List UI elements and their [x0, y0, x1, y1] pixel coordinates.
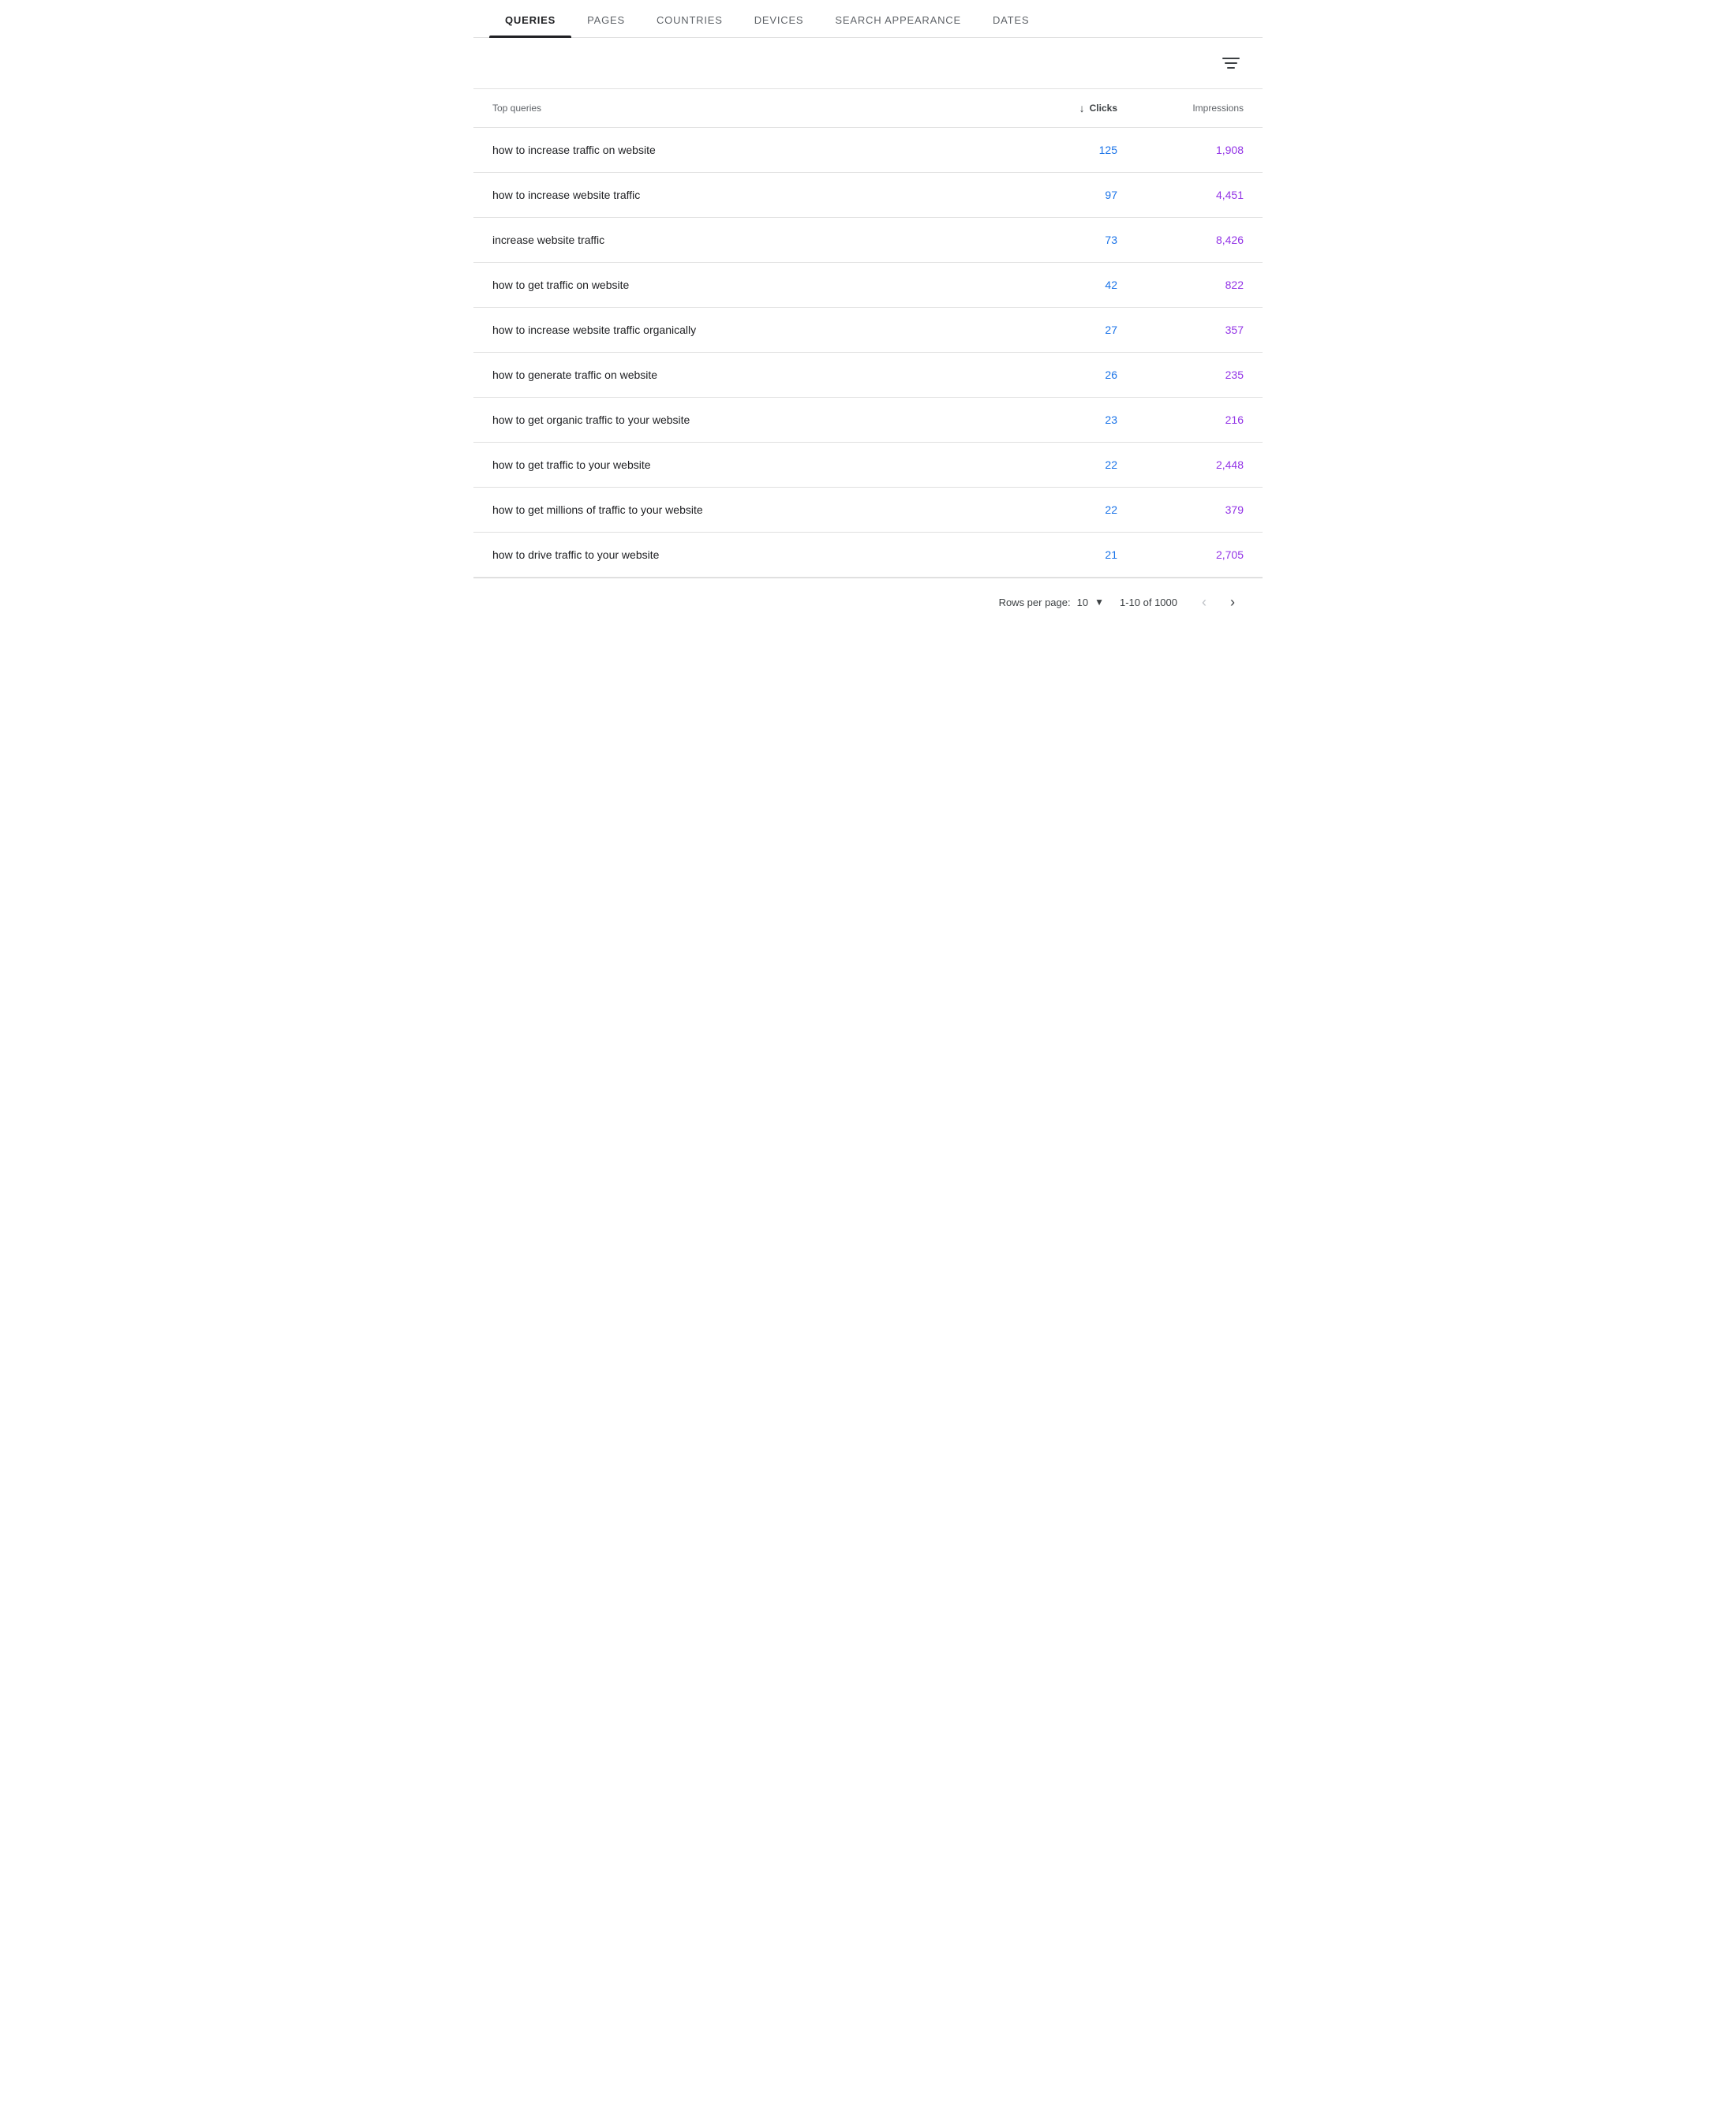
tab-dates[interactable]: DATES [977, 0, 1045, 37]
rows-per-page-value: 10 [1077, 597, 1088, 608]
row-query-text: how to generate traffic on website [492, 368, 991, 381]
filter-button[interactable] [1218, 50, 1244, 76]
queries-table: Top queries ↓ Clicks Impressions how to … [473, 89, 1263, 578]
row-query-text: how to get organic traffic to your websi… [492, 413, 991, 426]
sort-down-arrow-icon: ↓ [1079, 102, 1085, 114]
row-impressions-value: 2,448 [1117, 458, 1244, 471]
prev-page-button[interactable]: ‹ [1193, 591, 1215, 613]
row-clicks-value: 26 [991, 368, 1117, 381]
row-impressions-value: 235 [1117, 368, 1244, 381]
row-impressions-value: 357 [1117, 324, 1244, 336]
pagination: Rows per page: 10 ▼ 1-10 of 1000 ‹ › [473, 578, 1263, 626]
row-impressions-value: 4,451 [1117, 189, 1244, 201]
row-impressions-value: 2,705 [1117, 548, 1244, 561]
rows-per-page-label: Rows per page: [999, 597, 1071, 608]
tab-countries[interactable]: COUNTRIES [641, 0, 739, 37]
tab-devices[interactable]: DEVICES [739, 0, 820, 37]
row-clicks-value: 97 [991, 189, 1117, 201]
row-query-text: how to increase traffic on website [492, 144, 991, 156]
column-header-impressions: Impressions [1117, 103, 1244, 114]
page-info: 1-10 of 1000 [1120, 597, 1177, 608]
table-row: how to increase website traffic organica… [473, 308, 1263, 353]
clicks-column-label: Clicks [1090, 103, 1117, 114]
row-impressions-value: 1,908 [1117, 144, 1244, 156]
row-impressions-value: 216 [1117, 413, 1244, 426]
row-clicks-value: 27 [991, 324, 1117, 336]
row-query-text: increase website traffic [492, 234, 991, 246]
table-row: how to increase website traffic974,451 [473, 173, 1263, 218]
tab-search-appearance[interactable]: SEARCH APPEARANCE [819, 0, 977, 37]
table-row: how to generate traffic on website26235 [473, 353, 1263, 398]
filter-bar [473, 38, 1263, 89]
row-query-text: how to drive traffic to your website [492, 548, 991, 561]
rows-per-page-control: Rows per page: 10 ▼ [999, 597, 1104, 608]
row-query-text: how to increase website traffic [492, 189, 991, 201]
row-query-text: how to get traffic to your website [492, 458, 991, 471]
row-clicks-value: 22 [991, 503, 1117, 516]
table-row: how to drive traffic to your website212,… [473, 533, 1263, 578]
table-row: how to get traffic on website42822 [473, 263, 1263, 308]
row-clicks-value: 22 [991, 458, 1117, 471]
row-clicks-value: 23 [991, 413, 1117, 426]
column-header-query: Top queries [492, 103, 991, 114]
table-body: how to increase traffic on website1251,9… [473, 128, 1263, 578]
table-row: how to get organic traffic to your websi… [473, 398, 1263, 443]
row-query-text: how to get traffic on website [492, 279, 991, 291]
tab-queries[interactable]: QUERIES [489, 0, 571, 37]
row-impressions-value: 822 [1117, 279, 1244, 291]
row-clicks-value: 21 [991, 548, 1117, 561]
row-clicks-value: 73 [991, 234, 1117, 246]
table-header: Top queries ↓ Clicks Impressions [473, 89, 1263, 128]
row-impressions-value: 8,426 [1117, 234, 1244, 246]
table-row: how to increase traffic on website1251,9… [473, 128, 1263, 173]
pagination-nav: ‹ › [1193, 591, 1244, 613]
row-clicks-value: 42 [991, 279, 1117, 291]
filter-icon-line1 [1222, 58, 1240, 59]
table-row: how to get traffic to your website222,44… [473, 443, 1263, 488]
table-row: increase website traffic738,426 [473, 218, 1263, 263]
tab-pages[interactable]: PAGES [571, 0, 641, 37]
filter-icon-line3 [1227, 67, 1235, 69]
next-page-button[interactable]: › [1222, 591, 1244, 613]
row-clicks-value: 125 [991, 144, 1117, 156]
filter-icon-line2 [1225, 62, 1237, 64]
column-header-clicks[interactable]: ↓ Clicks [991, 102, 1117, 114]
rows-dropdown-arrow-icon[interactable]: ▼ [1094, 597, 1104, 608]
row-query-text: how to increase website traffic organica… [492, 324, 991, 336]
row-impressions-value: 379 [1117, 503, 1244, 516]
table-row: how to get millions of traffic to your w… [473, 488, 1263, 533]
row-query-text: how to get millions of traffic to your w… [492, 503, 991, 516]
tabs-nav: QUERIESPAGESCOUNTRIESDEVICESSEARCH APPEA… [473, 0, 1263, 38]
